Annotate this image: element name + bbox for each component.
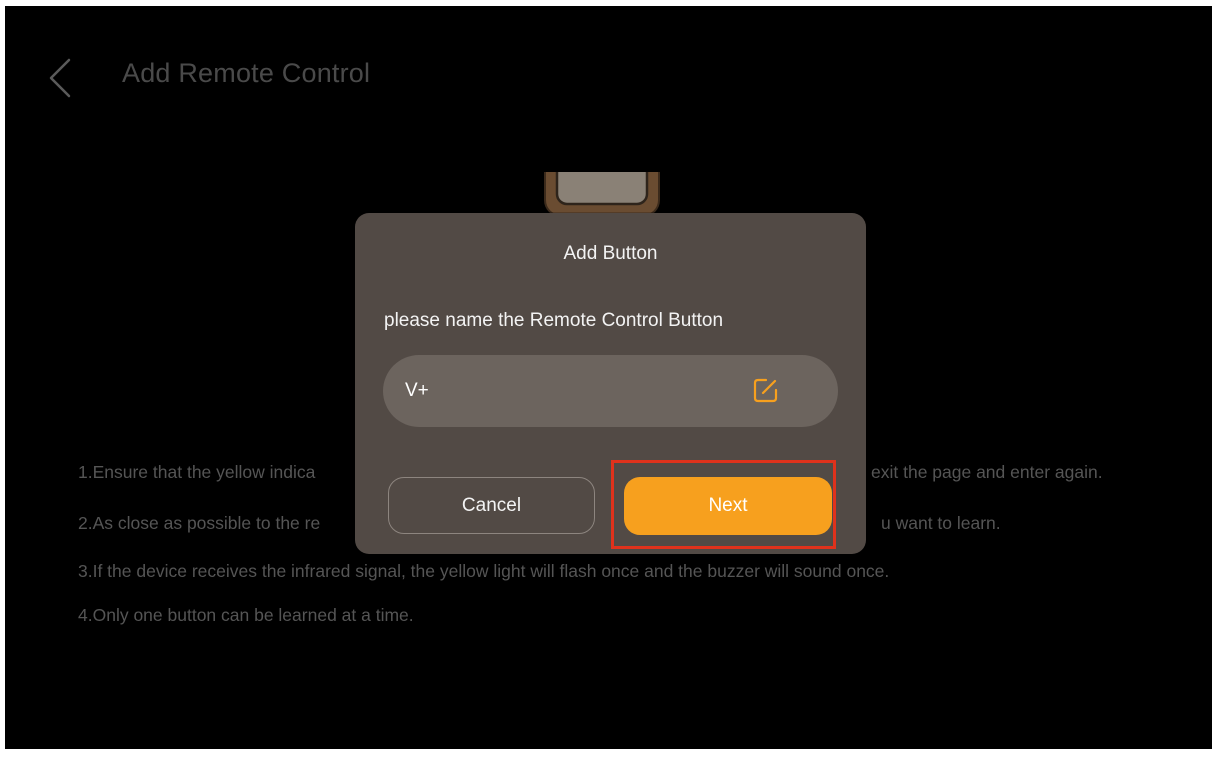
button-name-field[interactable]: V+	[383, 355, 838, 427]
next-button[interactable]: Next	[624, 477, 832, 535]
edit-icon[interactable]	[753, 377, 779, 403]
cancel-button[interactable]: Cancel	[388, 477, 595, 534]
button-name-value: V+	[405, 380, 429, 401]
add-button-dialog: Add Button please name the Remote Contro…	[355, 213, 866, 554]
app-screen: Add Remote Control 1.Ensure that the yel…	[5, 6, 1212, 749]
dialog-title: Add Button	[563, 243, 658, 264]
modal-overlay: Add Button please name the Remote Contro…	[5, 6, 1212, 749]
dialog-prompt: please name the Remote Control Button	[384, 310, 724, 331]
